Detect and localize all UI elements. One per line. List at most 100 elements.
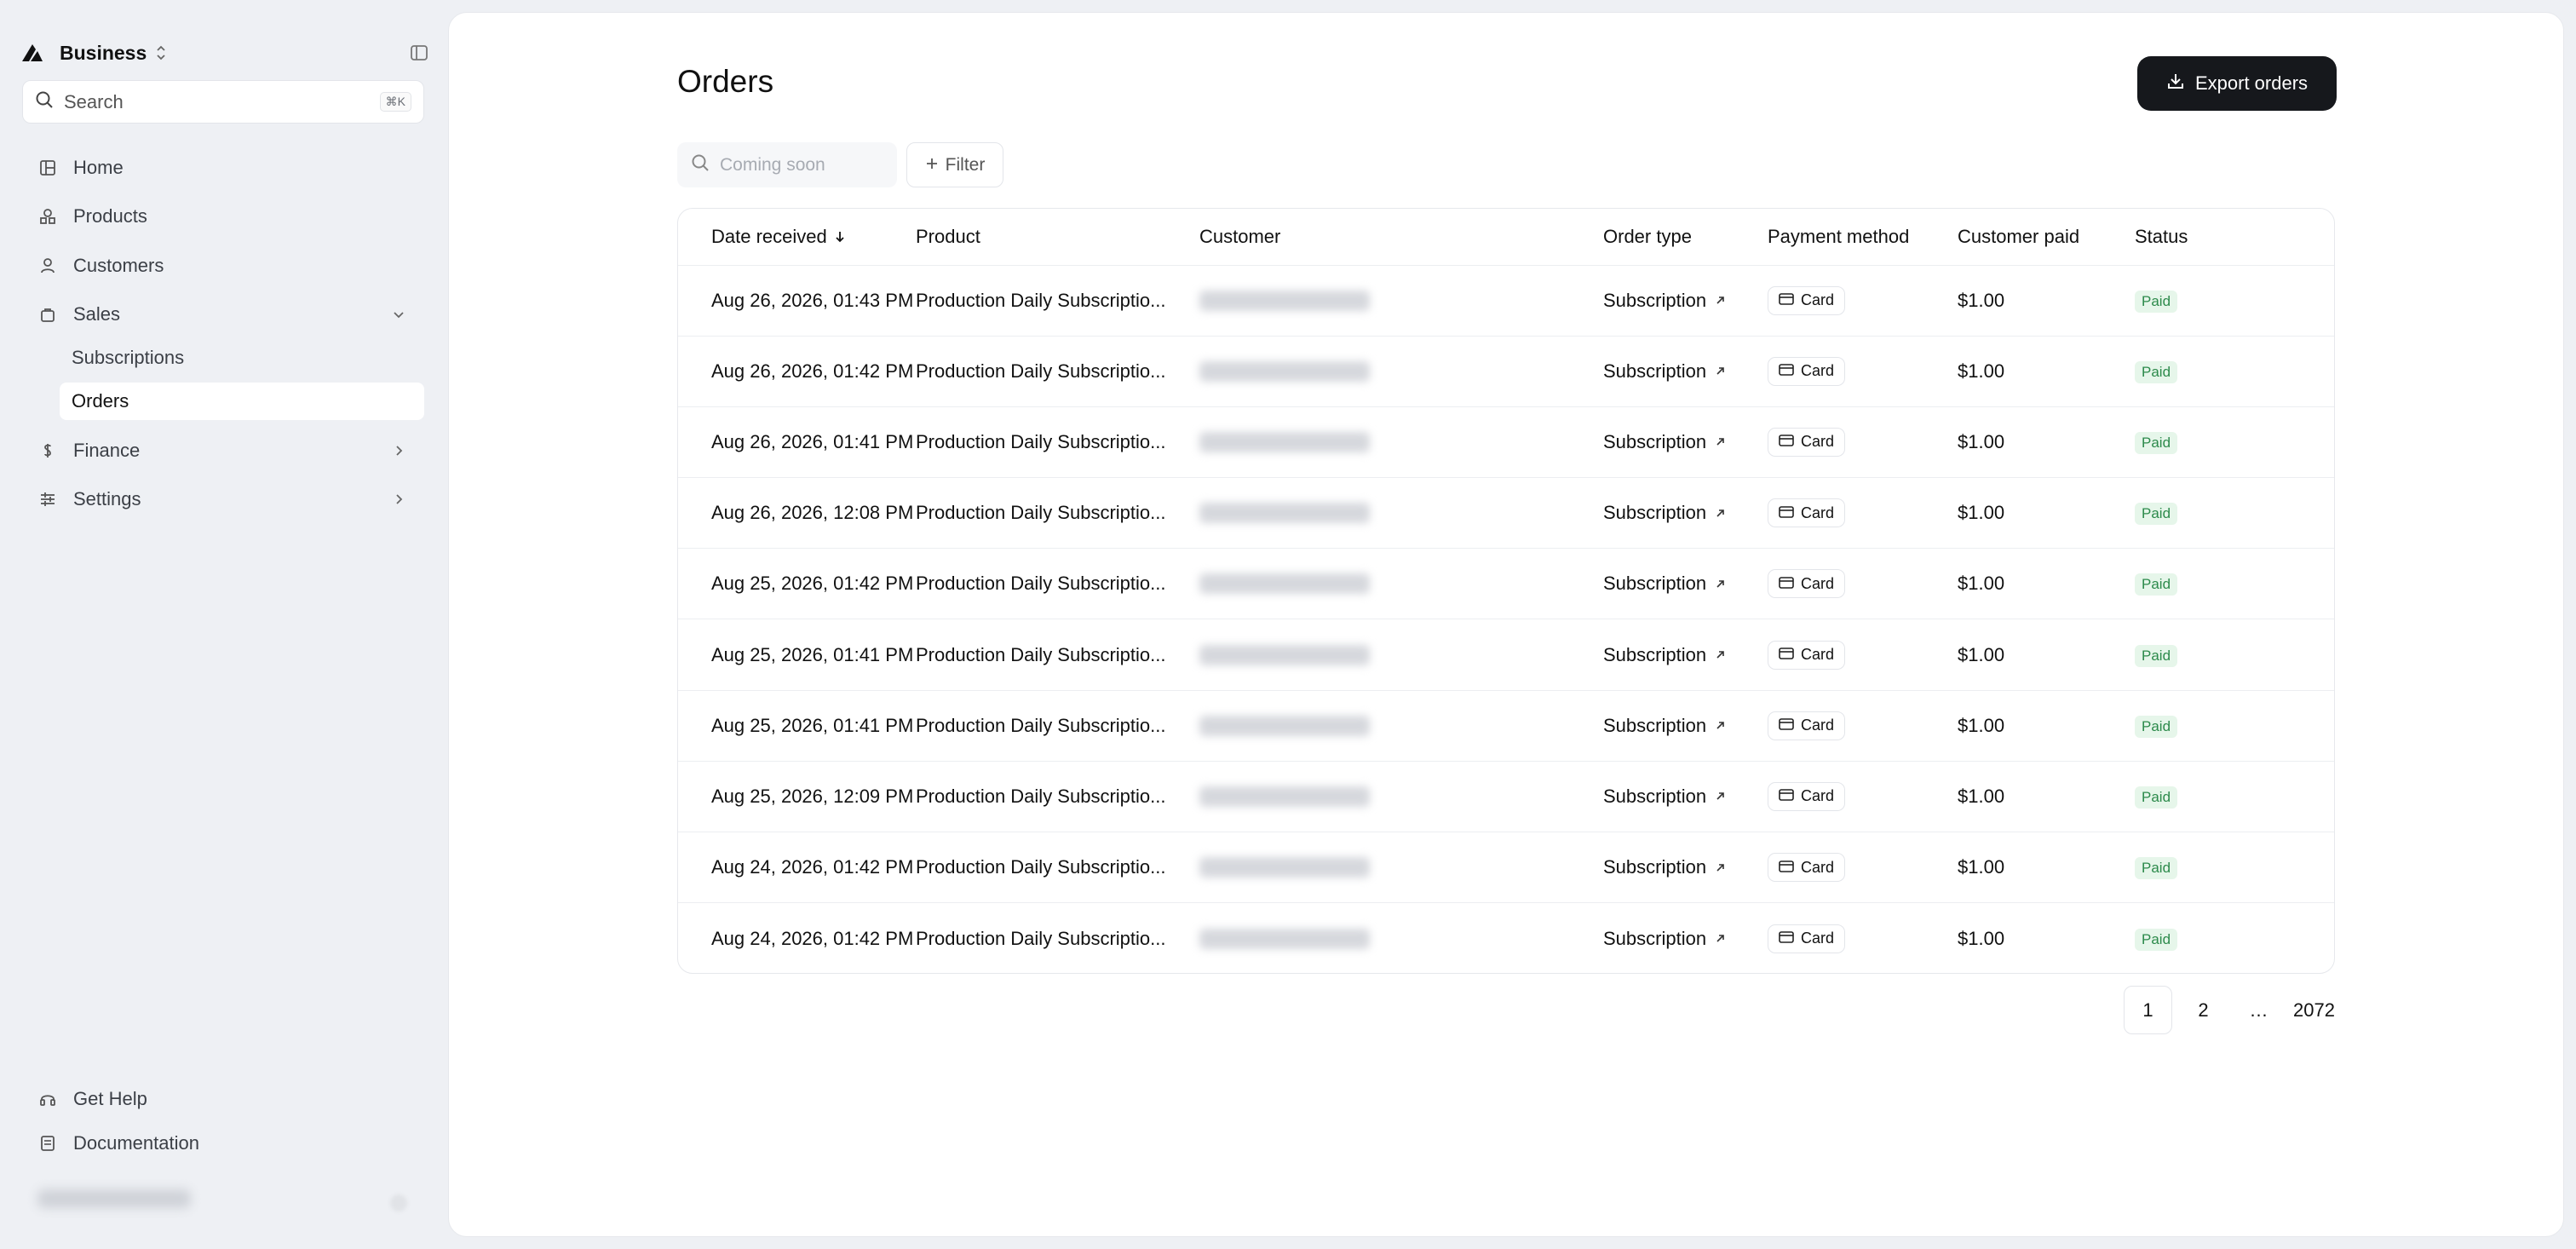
order-type-link[interactable]: Subscription xyxy=(1603,644,1726,666)
external-link-arrow-icon xyxy=(1715,933,1726,944)
cell-product: Production Daily Subscriptio... xyxy=(916,573,1166,595)
order-type-link[interactable]: Subscription xyxy=(1603,928,1726,950)
document-icon xyxy=(39,1135,56,1152)
account-menu[interactable] xyxy=(37,1189,191,1208)
export-orders-button[interactable]: Export orders xyxy=(2137,56,2337,111)
table-row[interactable]: Aug 25, 2026, 01:41 PM Production Daily … xyxy=(678,690,2334,762)
sidebar-search[interactable]: Search ⌘K xyxy=(22,80,424,124)
sidebar-toggle-icon[interactable] xyxy=(409,43,429,63)
cell-payment-method: Card xyxy=(1768,406,1958,479)
cell-date: Aug 24, 2026, 01:42 PM xyxy=(711,927,914,949)
sidebar-item-products[interactable]: Products xyxy=(22,193,424,242)
cell-status: Paid xyxy=(2135,406,2334,479)
cell-order-type: Subscription xyxy=(1603,406,1768,479)
payment-method-label: Card xyxy=(1801,646,1835,664)
sidebar-item-label: Get Help xyxy=(73,1088,147,1109)
external-link-arrow-icon xyxy=(1715,295,1726,306)
sidebar-item-documentation[interactable]: Documentation xyxy=(22,1121,424,1166)
cell-customer-paid: $1.00 xyxy=(1958,619,2135,691)
sidebar-item-settings[interactable]: Settings xyxy=(22,475,424,525)
sidebar-nav: Home Products Customers Sales Subscripti… xyxy=(22,143,424,524)
column-customer-paid: Customer paid xyxy=(1958,209,2135,266)
orders-search[interactable] xyxy=(677,142,897,187)
status-badge: Paid xyxy=(2135,573,2178,596)
credit-card-icon xyxy=(1779,859,1794,877)
order-type-link[interactable]: Subscription xyxy=(1603,360,1726,383)
cell-customer xyxy=(1199,761,1603,833)
pagination-page[interactable]: 2072 xyxy=(2290,986,2338,1034)
pagination-page[interactable]: 1 xyxy=(2124,986,2172,1034)
customer-redacted xyxy=(1199,360,1370,382)
table-row[interactable]: Aug 26, 2026, 12:08 PM Production Daily … xyxy=(678,477,2334,550)
cell-customer-paid: $1.00 xyxy=(1958,477,2135,550)
orders-table: Date received Product Customer Order typ… xyxy=(677,208,2335,974)
cell-payment-method: Card xyxy=(1768,336,1958,407)
external-link-arrow-icon xyxy=(1715,365,1726,377)
table-header-row: Date received Product Customer Order typ… xyxy=(678,209,2334,266)
account-options-icon[interactable] xyxy=(390,1194,407,1212)
table-row[interactable]: Aug 26, 2026, 01:42 PM Production Daily … xyxy=(678,336,2334,407)
order-type-link[interactable]: Subscription xyxy=(1603,573,1726,595)
chevron-up-down-icon xyxy=(155,44,167,61)
cell-customer-paid: $1.00 xyxy=(1958,690,2135,762)
column-date-received[interactable]: Date received xyxy=(678,209,916,266)
cell-customer-paid: $1.00 xyxy=(1958,761,2135,833)
table-row[interactable]: Aug 24, 2026, 01:42 PM Production Daily … xyxy=(678,832,2334,904)
table-row[interactable]: Aug 24, 2026, 01:42 PM Production Daily … xyxy=(678,903,2334,973)
cell-product-wrap: Production Daily Subscriptio... xyxy=(916,690,1199,762)
filter-button[interactable]: Filter xyxy=(906,142,1003,187)
order-type-link[interactable]: Subscription xyxy=(1603,290,1726,312)
status-badge: Paid xyxy=(2135,644,2178,667)
sidebar-item-label: Customers xyxy=(73,254,164,276)
cell-product: Production Daily Subscriptio... xyxy=(916,643,1166,665)
column-product: Product xyxy=(916,209,1199,266)
sidebar-item-orders[interactable]: Orders xyxy=(60,383,424,420)
sidebar-item-get-help[interactable]: Get Help xyxy=(22,1077,424,1121)
order-type-label: Subscription xyxy=(1603,289,1707,311)
external-link-arrow-icon xyxy=(1715,436,1726,447)
table-row[interactable]: Aug 26, 2026, 01:43 PM Production Daily … xyxy=(678,265,2334,337)
payment-method-badge: Card xyxy=(1768,285,1846,315)
order-type-link[interactable]: Subscription xyxy=(1603,715,1726,737)
payment-method-label: Card xyxy=(1801,362,1835,380)
cell-date: Aug 26, 2026, 01:41 PM xyxy=(678,406,916,479)
external-link-arrow-icon xyxy=(1715,791,1726,802)
cell-date: Aug 26, 2026, 12:08 PM xyxy=(678,477,916,550)
credit-card-icon xyxy=(1779,787,1794,805)
table-row[interactable]: Aug 25, 2026, 01:42 PM Production Daily … xyxy=(678,548,2334,620)
sidebar-item-customers[interactable]: Customers xyxy=(22,241,424,291)
payment-method-badge: Card xyxy=(1768,356,1846,386)
order-type-link[interactable]: Subscription xyxy=(1603,856,1726,878)
search-icon xyxy=(691,153,710,176)
cell-product-wrap: Production Daily Subscriptio... xyxy=(916,477,1199,550)
order-type-label: Subscription xyxy=(1603,643,1707,665)
chevron-right-icon xyxy=(392,492,405,506)
payment-method-label: Card xyxy=(1801,930,1835,947)
sidebar-item-home[interactable]: Home xyxy=(22,143,424,193)
orders-search-input[interactable] xyxy=(720,154,882,176)
order-type-link[interactable]: Subscription xyxy=(1603,431,1726,453)
credit-card-icon xyxy=(1779,575,1794,593)
workspace-switcher[interactable]: Business xyxy=(20,36,429,70)
pagination-page[interactable]: 2 xyxy=(2179,986,2228,1034)
table-row[interactable]: Aug 26, 2026, 01:41 PM Production Daily … xyxy=(678,406,2334,479)
table-row[interactable]: Aug 25, 2026, 01:41 PM Production Daily … xyxy=(678,619,2334,691)
table-row[interactable]: Aug 25, 2026, 12:09 PM Production Daily … xyxy=(678,761,2334,833)
order-type-label: Subscription xyxy=(1603,502,1707,524)
cell-product: Production Daily Subscriptio... xyxy=(916,502,1166,524)
cell-order-type: Subscription xyxy=(1603,832,1768,904)
cell-status: Paid xyxy=(2135,548,2334,620)
cell-payment-method: Card xyxy=(1768,619,1958,691)
order-type-link[interactable]: Subscription xyxy=(1603,502,1726,524)
chevron-right-icon xyxy=(392,444,405,458)
sidebar-item-subscriptions[interactable]: Subscriptions xyxy=(60,339,424,377)
order-type-link[interactable]: Subscription xyxy=(1603,786,1726,808)
sidebar-footer: Get Help Documentation xyxy=(22,1077,424,1166)
plus-icon xyxy=(925,155,939,176)
search-shortcut: ⌘K xyxy=(379,92,411,112)
sidebar-item-label: Sales xyxy=(73,303,121,325)
account-name-redacted xyxy=(37,1189,191,1208)
sidebar-item-sales[interactable]: Sales xyxy=(22,291,424,340)
sidebar-item-finance[interactable]: Finance xyxy=(22,426,424,475)
sidebar-item-label: Documentation xyxy=(73,1132,199,1154)
